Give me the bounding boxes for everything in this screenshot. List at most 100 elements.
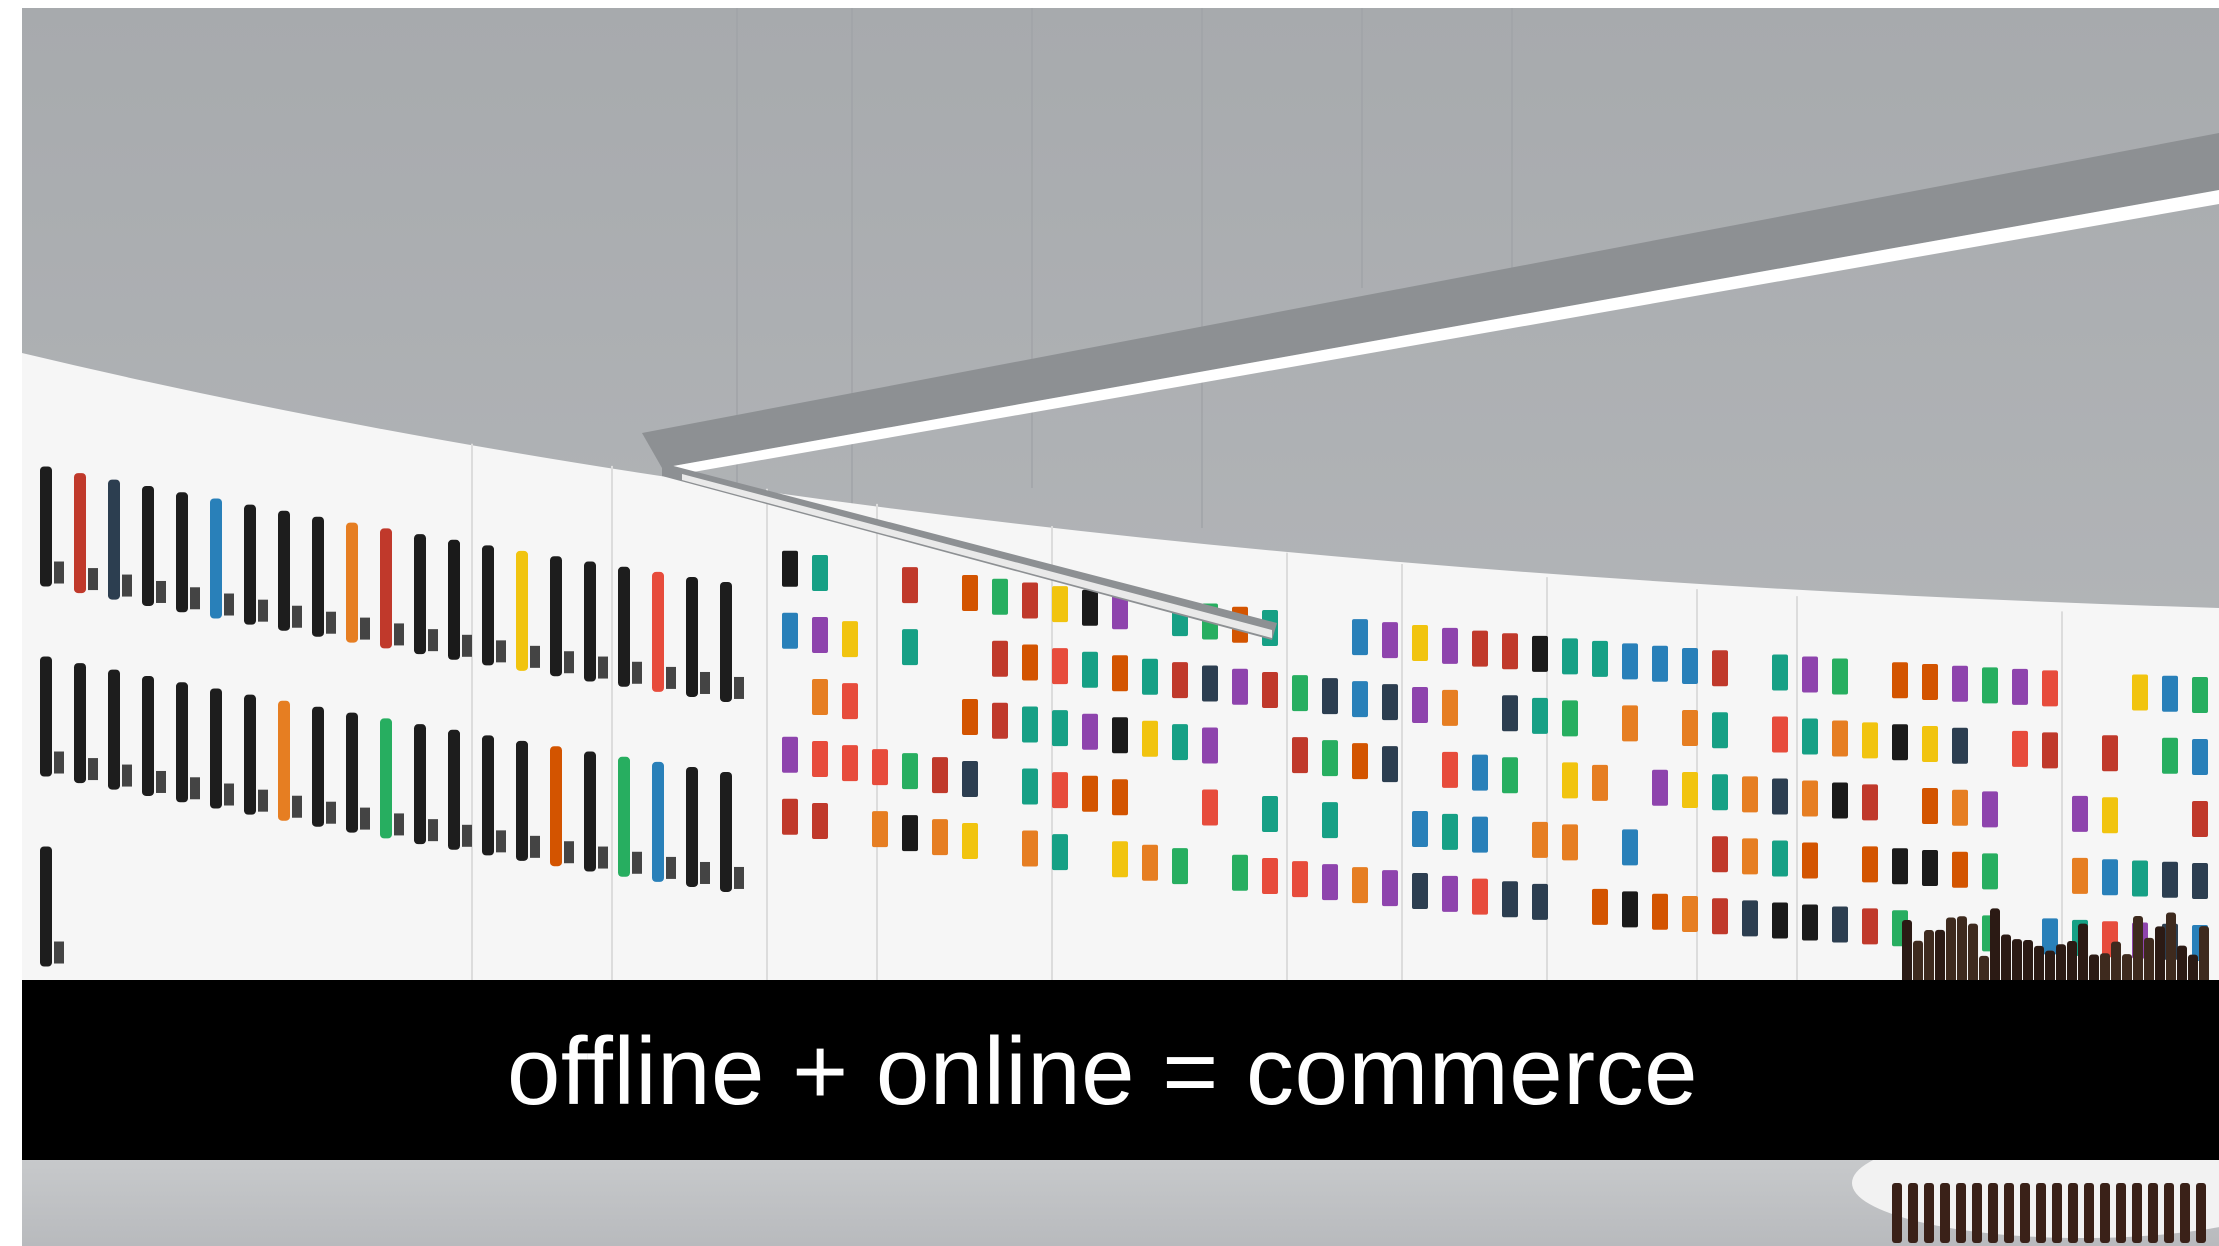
wine-bottle [74, 473, 86, 594]
product-package [1022, 768, 1038, 805]
product-package [1982, 853, 1998, 890]
product-package [962, 698, 978, 735]
product-package [1082, 775, 1098, 812]
price-tag [54, 941, 64, 964]
product-package [872, 749, 888, 786]
product-package [1022, 582, 1038, 619]
product-package [1952, 665, 1968, 702]
price-tag [258, 789, 268, 812]
product-package [1802, 842, 1818, 879]
product-package [1562, 824, 1578, 861]
product-package [2072, 857, 2088, 894]
product-package [2132, 674, 2148, 711]
wine-bottle [516, 550, 528, 671]
product-package [872, 811, 888, 848]
wine-bottle [312, 706, 324, 827]
product-package [1352, 681, 1368, 718]
price-tag [666, 666, 676, 689]
wine-bottle [584, 751, 596, 872]
product-package [1202, 789, 1218, 826]
price-tag [122, 764, 132, 787]
caption-bar: offline + online = commerce [22, 980, 2219, 1160]
product-package [1412, 873, 1428, 910]
product-package [2042, 732, 2058, 769]
product-package [1712, 712, 1728, 749]
product-package [1082, 589, 1098, 626]
product-package [932, 757, 948, 794]
product-package [1802, 780, 1818, 817]
product-package [2192, 738, 2208, 775]
product-package [1562, 762, 1578, 799]
product-package [962, 574, 978, 611]
wine-bottle [108, 669, 120, 790]
product-package [1772, 716, 1788, 753]
wine-bottle [618, 756, 630, 877]
price-tag [598, 846, 608, 869]
product-package [812, 802, 828, 839]
product-package [782, 550, 798, 587]
caption-text: offline + online = commerce [506, 1018, 1699, 1125]
product-package [1322, 740, 1338, 777]
product-package [1142, 720, 1158, 757]
wine-bottle [414, 534, 426, 655]
price-tag [394, 623, 404, 646]
product-package [1382, 622, 1398, 659]
product-package [1412, 625, 1428, 662]
wine-bottle [2036, 1183, 2046, 1243]
product-package [2102, 797, 2118, 834]
wine-bottle [346, 712, 358, 833]
price-tag [598, 656, 608, 679]
product-package [1472, 816, 1488, 853]
product-package [2102, 859, 2118, 896]
product-package [902, 567, 918, 604]
product-package [1052, 772, 1068, 809]
price-tag [88, 758, 98, 781]
price-tag [394, 813, 404, 836]
wine-bottle [2004, 1183, 2014, 1243]
wine-bottle [278, 700, 290, 821]
product-package [1322, 864, 1338, 901]
product-package [2162, 737, 2178, 774]
wine-bottle [482, 545, 494, 666]
price-tag [734, 676, 744, 699]
price-tag [224, 593, 234, 616]
wine-bottle [2196, 1183, 2206, 1243]
product-package [1142, 844, 1158, 881]
product-package [1742, 838, 1758, 875]
product-package [1652, 769, 1668, 806]
product-package [1052, 834, 1068, 871]
wine-bottle [2116, 1183, 2126, 1243]
wine-bottle [2164, 1183, 2174, 1243]
product-package [1772, 778, 1788, 815]
product-package [1532, 697, 1548, 734]
wine-bottle [584, 561, 596, 682]
product-package [1622, 705, 1638, 742]
product-package [1172, 724, 1188, 761]
product-package [1862, 784, 1878, 821]
product-package [1712, 836, 1728, 873]
product-package [1772, 902, 1788, 939]
product-package [2012, 730, 2028, 767]
product-package [1472, 878, 1488, 915]
product-package [1382, 870, 1398, 907]
product-package [1262, 671, 1278, 708]
wine-bottle [210, 498, 222, 619]
product-package [1802, 718, 1818, 755]
product-package [1922, 725, 1938, 762]
wine-bottle [550, 556, 562, 677]
product-package [812, 616, 828, 653]
product-package [1022, 706, 1038, 743]
price-tag [462, 824, 472, 847]
product-package [2192, 800, 2208, 837]
wine-bottle [2148, 1183, 2158, 1243]
price-tag [360, 617, 370, 640]
product-package [1832, 782, 1848, 819]
product-package [1682, 709, 1698, 746]
price-tag [292, 795, 302, 818]
product-package [1262, 795, 1278, 832]
product-package [962, 760, 978, 797]
product-package [1172, 848, 1188, 885]
wine-bottle [210, 688, 222, 809]
product-package [1502, 633, 1518, 670]
product-package [1622, 643, 1638, 680]
